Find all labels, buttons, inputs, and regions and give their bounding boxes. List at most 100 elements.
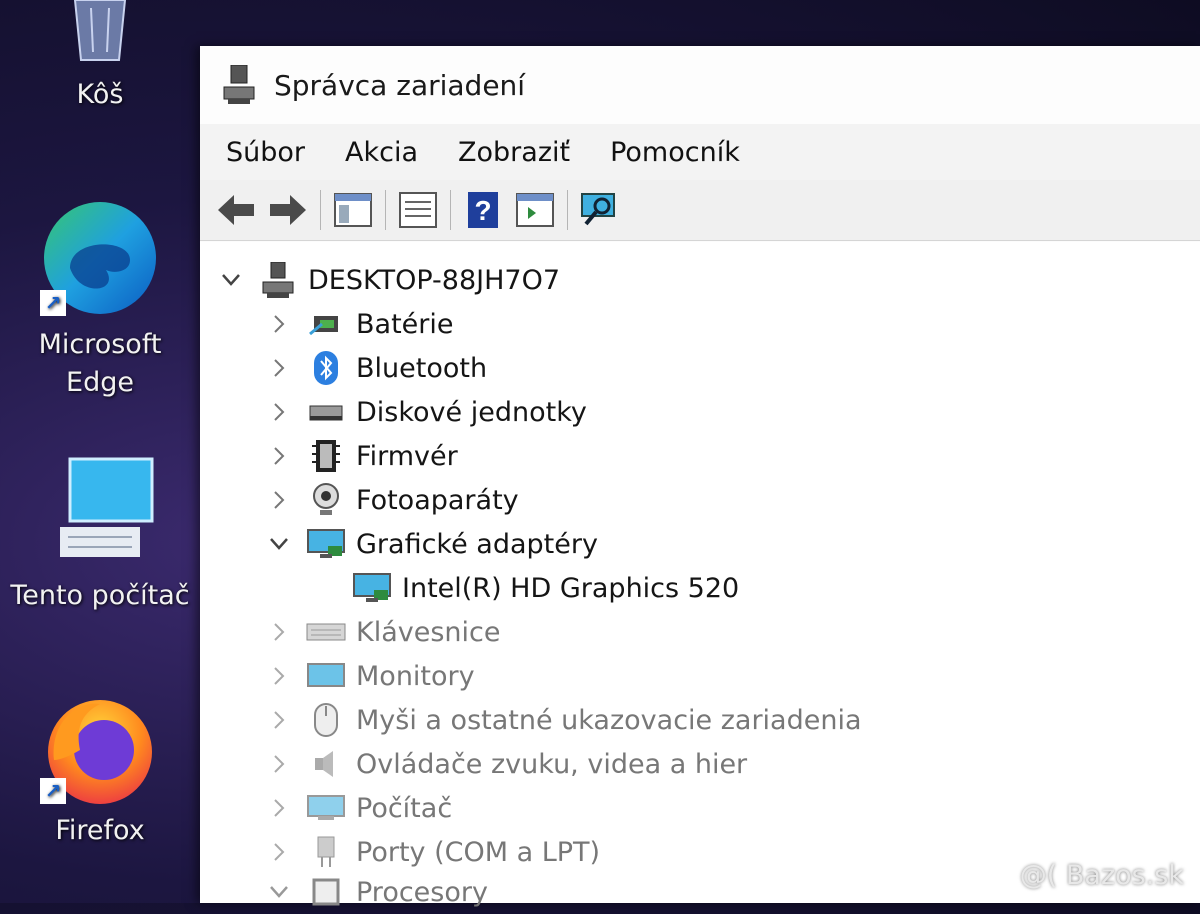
action-pane-icon — [516, 193, 554, 227]
forward-button[interactable] — [266, 188, 310, 232]
device-tree: DESKTOP-88JH7O7 Batérie Bluetooth Diskov… — [200, 242, 1200, 908]
tree-node-firmware[interactable]: Firmvér — [266, 434, 458, 478]
menu-view[interactable]: Zobraziť — [458, 137, 570, 168]
tree-node-ports[interactable]: Porty (COM a LPT) — [266, 830, 600, 874]
chevron-down-icon[interactable] — [266, 879, 292, 905]
device-manager-icon — [223, 65, 255, 104]
battery-icon — [306, 306, 346, 342]
chevron-right-icon[interactable] — [266, 839, 292, 865]
console-tree-icon — [334, 193, 372, 227]
tree-node-keyboards[interactable]: Klávesnice — [266, 610, 500, 654]
chevron-down-icon[interactable] — [218, 267, 244, 293]
menu-file[interactable]: Súbor — [226, 137, 305, 168]
desktop-icon-edge[interactable]: ↗ Microsoft Edge — [0, 198, 200, 402]
firmware-icon — [306, 438, 346, 474]
chevron-right-icon[interactable] — [266, 619, 292, 645]
tree-node-label: Myši a ostatné ukazovacie zariadenia — [356, 704, 862, 736]
audio-icon — [306, 746, 346, 782]
help-button[interactable]: ? — [461, 188, 505, 232]
tree-node-label: Fotoaparáty — [356, 484, 519, 516]
svg-text:?: ? — [474, 195, 491, 226]
computer-tower-icon — [258, 262, 298, 298]
processor-icon — [306, 874, 346, 910]
scan-hardware-button[interactable] — [578, 188, 622, 232]
tree-node-intel-hd-graphics[interactable]: Intel(R) HD Graphics 520 — [352, 566, 739, 610]
action-pane-button[interactable] — [513, 188, 557, 232]
this-pc-icon — [60, 457, 154, 557]
tree-node-audio[interactable]: Ovládače zvuku, videa a hier — [266, 742, 747, 786]
tree-node-monitors[interactable]: Monitory — [266, 654, 475, 698]
chevron-right-icon[interactable] — [266, 443, 292, 469]
tree-node-label: Intel(R) HD Graphics 520 — [402, 572, 740, 604]
watermark-text: @( Bazos.sk — [1019, 860, 1184, 891]
scan-hardware-icon — [581, 193, 615, 226]
tree-node-label: Monitory — [356, 660, 475, 692]
tree-node-computer[interactable]: Počítač — [266, 786, 452, 830]
back-arrow-icon — [218, 195, 254, 225]
keyboard-icon — [306, 614, 346, 650]
tree-node-label: Počítač — [356, 792, 453, 824]
tree-node-label: Grafické adaptéry — [356, 528, 598, 560]
desktop-icon-label: Kôš — [76, 79, 124, 110]
shortcut-arrow-icon: ↗ — [40, 778, 66, 804]
tree-node-label: Klávesnice — [356, 616, 501, 648]
tree-node-label: Diskové jednotky — [356, 396, 587, 428]
tree-node-bluetooth[interactable]: Bluetooth — [266, 346, 487, 390]
chevron-right-icon[interactable] — [266, 751, 292, 777]
chevron-down-icon[interactable] — [266, 531, 292, 557]
toolbar-separator — [320, 190, 321, 230]
menu-action[interactable]: Akcia — [345, 137, 418, 168]
toolbar-separator — [450, 190, 451, 230]
forward-arrow-icon — [270, 195, 306, 225]
display-adapter-icon — [306, 526, 346, 562]
tree-node-processors[interactable]: Procesory — [266, 870, 488, 914]
desktop-icon-label: Tento počítač — [10, 580, 190, 611]
desktop-icon-this-pc[interactable]: Tento počítač — [0, 455, 200, 615]
chevron-right-icon[interactable] — [266, 311, 292, 337]
desktop-icon-label: Edge — [66, 367, 134, 398]
camera-icon — [306, 482, 346, 518]
computer-icon — [306, 790, 346, 826]
chevron-right-icon[interactable] — [266, 707, 292, 733]
tree-node-label: Firmvér — [356, 440, 458, 472]
tree-root-node[interactable]: DESKTOP-88JH7O7 — [218, 258, 560, 302]
tree-node-label: Batérie — [356, 308, 454, 340]
desktop-icon-recycle-bin[interactable]: Kôš — [0, 0, 200, 114]
tree-node-label: Bluetooth — [356, 352, 488, 384]
desktop-icon-firefox[interactable]: ↗ Firefox — [0, 690, 200, 850]
chevron-right-icon[interactable] — [266, 487, 292, 513]
properties-button[interactable] — [396, 188, 440, 232]
chevron-right-icon[interactable] — [266, 795, 292, 821]
tree-node-label: Porty (COM a LPT) — [356, 836, 601, 868]
tree-node-label: Ovládače zvuku, videa a hier — [356, 748, 748, 780]
help-icon: ? — [468, 192, 498, 228]
toolbar-separator — [385, 190, 386, 230]
tree-node-batteries[interactable]: Batérie — [266, 302, 453, 346]
properties-icon — [399, 192, 437, 228]
window-title: Správca zariadení — [274, 68, 526, 102]
bluetooth-icon — [306, 350, 346, 386]
chevron-right-icon[interactable] — [266, 399, 292, 425]
device-manager-window: Správca zariadení Súbor Akcia Zobraziť P… — [200, 46, 1200, 908]
chevron-right-icon[interactable] — [266, 355, 292, 381]
tree-node-cameras[interactable]: Fotoaparáty — [266, 478, 519, 522]
tree-root-label: DESKTOP-88JH7O7 — [308, 264, 561, 296]
back-button[interactable] — [214, 188, 258, 232]
desktop-icon-label: Firefox — [55, 815, 145, 846]
monitor-icon — [306, 658, 346, 694]
desktop-icon-label: Microsoft — [38, 329, 162, 360]
show-hide-console-tree-button[interactable] — [331, 188, 375, 232]
display-adapter-icon — [352, 570, 392, 606]
toolbar-separator — [567, 190, 568, 230]
recycle-bin-icon — [73, 0, 127, 61]
shortcut-arrow-icon: ↗ — [40, 290, 66, 316]
port-icon — [306, 834, 346, 870]
menu-help[interactable]: Pomocník — [610, 137, 740, 168]
tree-node-disk-drives[interactable]: Diskové jednotky — [266, 390, 587, 434]
title-bar: Správca zariadení — [200, 46, 1200, 124]
menu-bar: Súbor Akcia Zobraziť Pomocník — [200, 124, 1200, 180]
mouse-icon — [306, 702, 346, 738]
tree-node-display-adapters[interactable]: Grafické adaptéry — [266, 522, 598, 566]
tree-node-mice[interactable]: Myši a ostatné ukazovacie zariadenia — [266, 698, 862, 742]
chevron-right-icon[interactable] — [266, 663, 292, 689]
